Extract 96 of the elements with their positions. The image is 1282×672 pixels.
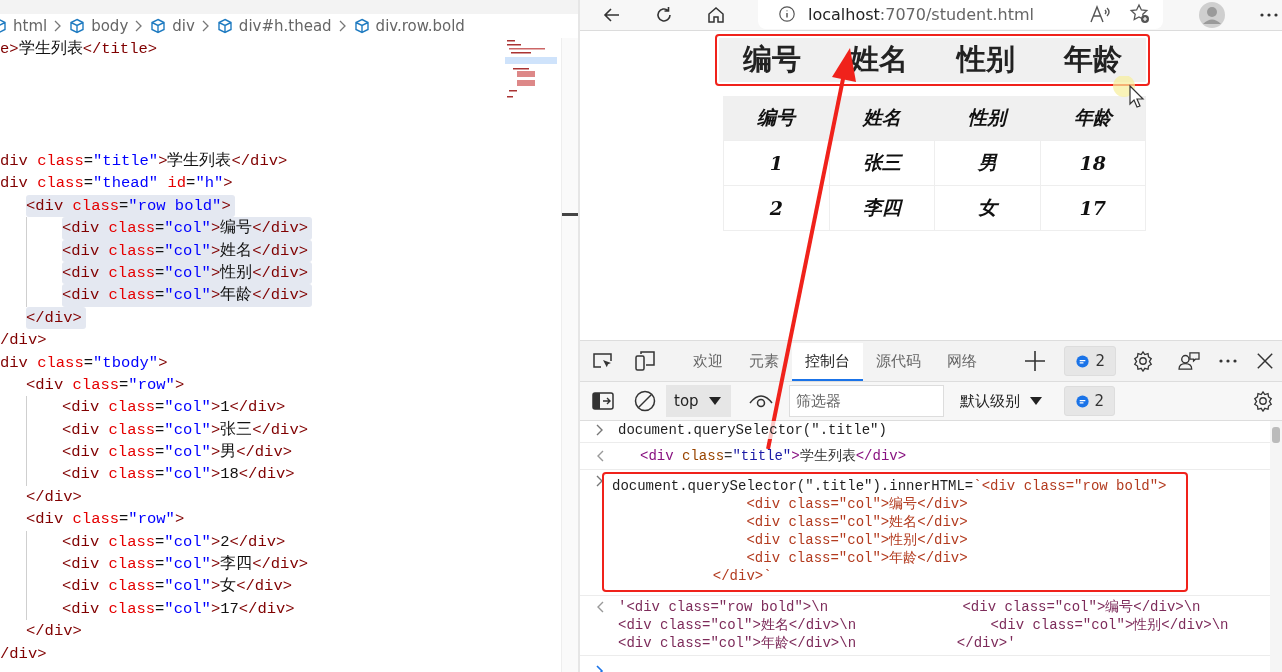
connect-icon[interactable]: [1178, 351, 1200, 371]
output-chevron-icon: [596, 450, 604, 462]
code-line: </div>: [26, 486, 83, 508]
cube-icon: [216, 18, 233, 34]
title-cell-text: 编号: [742, 41, 803, 78]
code-line: <div class="col">李四</div>: [62, 554, 309, 575]
read-aloud-icon[interactable]: [1089, 4, 1111, 24]
console-line: <div class="col">性别</div>: [745, 531, 969, 549]
table-cell: 1: [723, 141, 829, 185]
code-line: <div class="col">男</div>: [62, 442, 293, 464]
devtools-tab[interactable]: 源代码: [863, 343, 934, 381]
code-line: <div class="col">2</div>: [62, 531, 287, 553]
devtools-tab[interactable]: 控制台: [792, 343, 863, 381]
title-cell-text: 年龄: [1062, 41, 1123, 78]
chevron-icon: [338, 20, 347, 32]
eye-icon[interactable]: [748, 393, 773, 409]
output-chevron-icon: [596, 601, 604, 613]
console-line: <div class="title">学生列表</div>: [640, 447, 908, 465]
table-cell: 18: [1039, 141, 1146, 185]
code-line: div class="thead" id="h">: [0, 173, 234, 195]
code-line: e>学生列表</title>: [0, 38, 159, 60]
info-icon[interactable]: [778, 5, 796, 23]
breadcrumb-item[interactable]: div#h.thead: [216, 17, 332, 35]
scrollbar[interactable]: [561, 38, 578, 672]
message-icon: [1075, 353, 1091, 369]
cube-icon: [150, 18, 167, 34]
inspect-icon[interactable]: [592, 351, 614, 371]
input-chevron-icon: [596, 424, 604, 436]
caret-icon: [1029, 397, 1042, 405]
console-line: <div class="col">编号</div>: [745, 495, 969, 513]
devtools-tab[interactable]: 网络: [934, 343, 990, 381]
messages-button[interactable]: 2: [1063, 386, 1116, 416]
address-bar[interactable]: localhost:7070/student.html: [758, 0, 1163, 29]
code-line: <div class="col">女</div>: [62, 576, 293, 598]
code-line: /div>: [0, 643, 48, 665]
breadcrumb-item[interactable]: body: [69, 17, 129, 35]
code-line: <div class="col">18</div>: [62, 464, 296, 486]
console-line: <div class="col">年龄</div>: [745, 549, 969, 567]
url-path: :7070/student.html: [879, 4, 1035, 24]
table-cell: 李四: [828, 186, 934, 230]
chevron-icon: [135, 20, 144, 32]
code-line: div class="title">学生列表</div>: [0, 150, 289, 172]
settings-icon[interactable]: [1252, 390, 1274, 412]
chevron-icon: [54, 20, 63, 32]
table-cell: 男: [934, 141, 1040, 185]
close-icon[interactable]: [1256, 352, 1274, 370]
clear-icon[interactable]: [634, 390, 656, 412]
table-cell: 女: [934, 186, 1040, 230]
console-line: </div>`: [711, 567, 773, 585]
more-icon[interactable]: [1218, 358, 1238, 364]
title-cell-text: 性别: [954, 41, 1016, 78]
issues-button[interactable]: 2: [1064, 346, 1116, 376]
table-cell: 张三: [828, 141, 934, 185]
cube-icon: [69, 18, 86, 34]
code-line: <div class="col">张三</div>: [62, 419, 309, 441]
code-line: <div class="col">17</div>: [62, 598, 296, 620]
code-line: div class="tbody">: [0, 352, 169, 374]
code-line: /div>: [0, 330, 48, 352]
code-line: </div>: [26, 621, 83, 643]
level-dropdown[interactable]: 默认级别: [951, 385, 1052, 417]
console-line: '<div class="row bold">\n <div class="col">编号</div>\n: [618, 598, 1202, 616]
scrollbar[interactable]: [1270, 421, 1282, 672]
refresh-icon[interactable]: [654, 5, 674, 25]
message-icon: [1074, 393, 1090, 409]
caret-icon: [708, 397, 721, 405]
code-line: <div class="row">: [26, 509, 186, 531]
table-cell: 2: [723, 186, 829, 230]
settings-icon[interactable]: [1132, 350, 1154, 372]
cube-icon: [353, 18, 370, 34]
filter-field[interactable]: 筛选器: [788, 385, 944, 417]
column-header: 姓名: [828, 96, 934, 140]
add-icon[interactable]: [1024, 350, 1047, 372]
favorite-star-icon[interactable]: [1129, 3, 1151, 25]
column-header: 性别: [934, 96, 1040, 140]
console-line: <div class="col">姓名</div>: [745, 513, 969, 531]
sidebar-icon[interactable]: [592, 392, 614, 410]
breadcrumb-item[interactable]: div: [150, 17, 195, 35]
url-host: localhost: [808, 4, 880, 24]
breadcrumb-item[interactable]: div.row.bold: [353, 17, 465, 35]
chevron-icon: [201, 20, 210, 32]
table-cell: 17: [1039, 186, 1146, 230]
avatar-icon[interactable]: [1199, 2, 1225, 28]
devtools-tab[interactable]: 欢迎: [680, 343, 736, 381]
home-icon[interactable]: [706, 5, 726, 25]
code-line: <div class="col">1</div>: [62, 397, 287, 419]
console-line: <div class="col">姓名</div>\n <div class="col">性别</div>\n: [618, 616, 1230, 634]
console-line: document.querySelector(".title").innerHTML=`<div class="row bold">: [612, 477, 1168, 495]
input-chevron-icon: [596, 475, 604, 487]
breadcrumb-item[interactable]: html: [0, 17, 48, 35]
more-icon[interactable]: [1259, 12, 1279, 18]
device-icon[interactable]: [634, 350, 656, 372]
column-header: 编号: [723, 96, 829, 140]
code-line: <div class="row">: [26, 374, 186, 396]
devtools-tab[interactable]: 元素: [736, 343, 792, 381]
console-line: <div class="col">年龄</div>\n </div>': [618, 634, 1017, 652]
context-dropdown[interactable]: top: [666, 385, 731, 417]
